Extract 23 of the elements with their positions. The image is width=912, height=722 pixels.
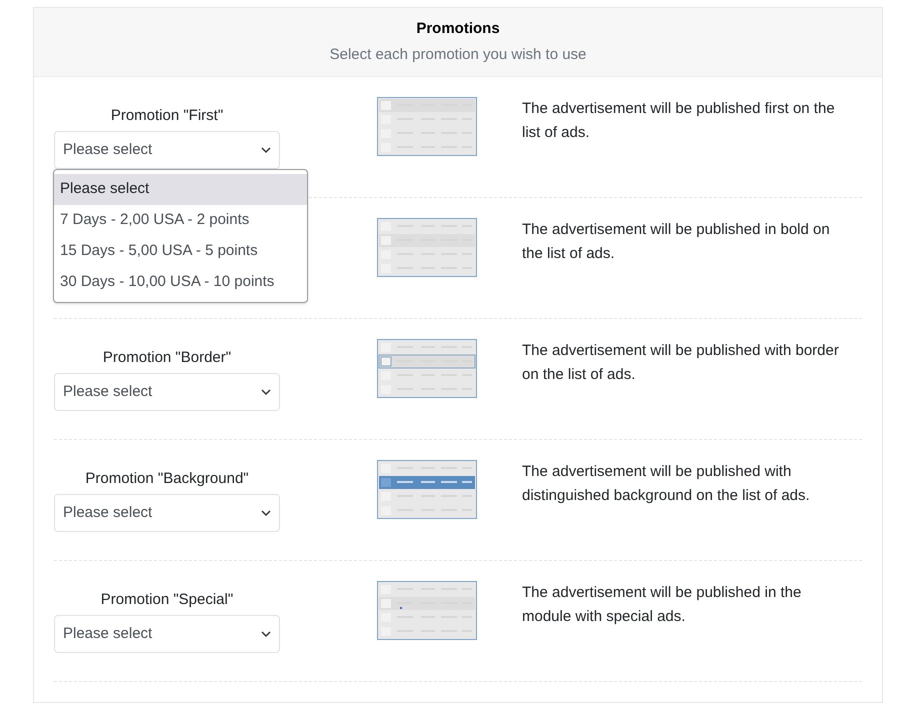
dropdown-option[interactable]: 30 Days - 10,00 USA - 10 points [54,267,307,298]
promotion-label: Promotion "First" [110,106,224,126]
promotion-select[interactable]: Please select [54,615,280,653]
promotion-select[interactable]: Please select [54,373,280,411]
promotion-description: The advertisement will be published with border on the list of ads. [522,341,840,385]
chevron-down-icon [261,630,271,638]
promotion-label: Promotion "Special" [100,590,234,610]
dropdown-option[interactable]: 15 Days - 5,00 USA - 5 points [54,236,307,267]
promotion-label: Promotion "Border" [102,348,232,368]
chevron-down-icon [261,510,271,516]
card-subtitle: Select each promotion you wish to use [330,44,586,64]
promotion-select[interactable]: Please select [54,131,280,169]
promotion-description: The advertisement will be published first on the list of ads. [522,99,836,143]
promotion-description: The advertisement will be published in the module with special ads. [522,583,802,627]
promotion-label: Promotion "Background" [85,469,249,489]
promotion-select[interactable]: Please select [54,494,280,532]
chevron-down-icon [261,388,271,396]
promotion-description: The advertisement will be published in bold on the list of ads. [522,220,831,264]
chevron-down-icon [261,146,271,154]
card-title: Promotions [416,19,500,39]
dropdown-option[interactable]: 7 Days - 2,00 USA - 2 points [54,205,307,236]
dropdown-option[interactable]: Please select [54,174,307,205]
promotion-description: The advertisement will be published with distinguished background on the list of ads. [522,462,811,506]
